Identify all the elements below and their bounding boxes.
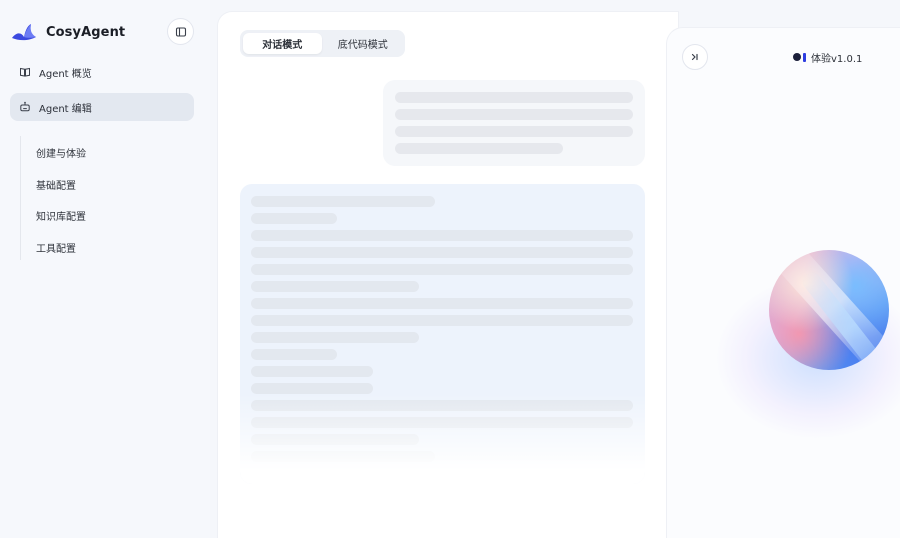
agent-mark-icon (793, 52, 806, 62)
version-indicator: 体验v1.0.1 (793, 49, 862, 65)
sidebar-item-agent-overview[interactable]: Agent 概览 (10, 58, 194, 86)
book-icon (20, 67, 30, 77)
sidebar-subnav: 创建与体验 基础配置 知识库配置 工具配置 (20, 136, 190, 260)
chevron-right-bar-icon (691, 53, 698, 61)
subnav-item-basic-config[interactable]: 基础配置 (36, 177, 76, 192)
sidebar-item-agent-edit[interactable]: Agent 编辑 (10, 93, 194, 121)
cosyagent-logo-icon (12, 24, 36, 41)
version-label: 体验v1.0.1 (811, 53, 863, 65)
skeleton-line (251, 315, 633, 326)
skeleton-line (251, 383, 373, 394)
assistant-message-skeleton (240, 184, 645, 484)
tab-chat-mode[interactable]: 对话模式 (243, 33, 322, 54)
user-message-skeleton (383, 80, 645, 166)
mode-switch: 对话模式 底代码模式 (240, 30, 405, 57)
subnav-item-tool-config[interactable]: 工具配置 (36, 240, 76, 255)
preview-panel: 体验v1.0.1 (667, 28, 900, 538)
subnav-item-create-experience[interactable]: 创建与体验 (36, 145, 86, 160)
tab-low-code-mode[interactable]: 底代码模式 (324, 33, 403, 54)
subnav-item-knowledge-config[interactable]: 知识库配置 (36, 208, 86, 223)
skeleton-line (395, 92, 633, 103)
skeleton-line (251, 281, 419, 292)
skeleton-line (251, 247, 633, 258)
skeleton-line (395, 126, 633, 137)
skeleton-line (251, 213, 337, 224)
sidebar-item-label: Agent 编辑 (39, 103, 92, 115)
skeleton-line (395, 143, 563, 154)
skeleton-line (251, 298, 633, 309)
skeleton-line (251, 230, 633, 241)
app-name: CosyAgent (46, 24, 126, 40)
skeleton-line (251, 332, 419, 343)
main-panel: 对话模式 底代码模式 (218, 12, 678, 538)
brand[interactable]: CosyAgent (10, 18, 125, 46)
skeleton-line (251, 264, 633, 275)
sidebar: CosyAgent Agent 概览 Agent 编辑 创建与体验 基础配置 知… (0, 0, 210, 538)
agent-orb-avatar (769, 250, 889, 370)
skeleton-line (395, 109, 633, 120)
fade-overlay (240, 394, 645, 484)
skeleton-line (251, 196, 435, 207)
sidebar-item-label: Agent 概览 (39, 68, 92, 80)
robot-icon (20, 101, 30, 112)
skeleton-line (251, 349, 337, 360)
collapse-sidebar-button[interactable] (167, 18, 194, 45)
sidebar-toggle-icon (175, 26, 186, 37)
bottom-fade (218, 472, 678, 538)
expand-preview-button[interactable] (682, 44, 708, 70)
skeleton-line (251, 366, 373, 377)
